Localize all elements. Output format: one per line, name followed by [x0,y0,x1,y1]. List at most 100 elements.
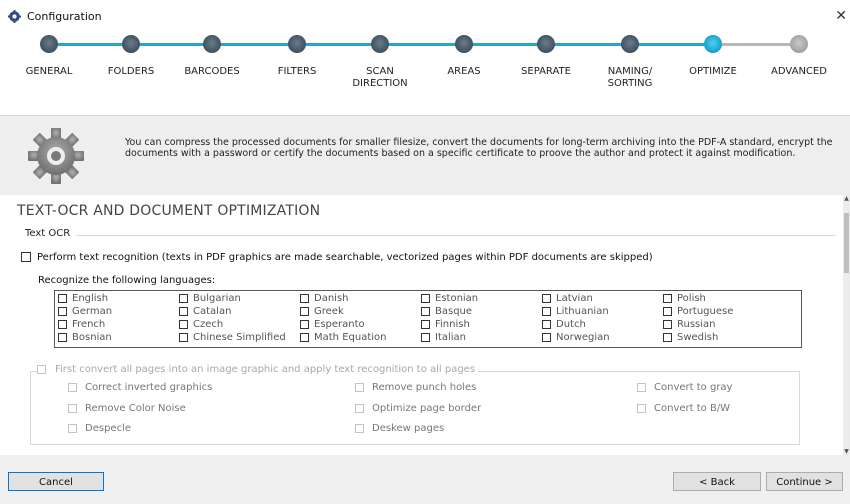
image-option[interactable]: Convert to gray [637,382,732,393]
step-label[interactable]: FILTERS [252,66,342,78]
back-button[interactable]: < Back [673,472,761,491]
language-option[interactable]: Russian [663,319,784,332]
step-label[interactable]: AREAS [419,66,509,78]
image-option[interactable]: Correct inverted graphics [68,382,212,393]
language-option[interactable]: Math Equation [300,332,421,345]
step-node-icon[interactable] [537,35,555,53]
language-option[interactable]: Italian [421,332,542,345]
cancel-button[interactable]: Cancel [8,472,104,491]
language-checkbox[interactable] [421,319,430,329]
image-option-checkbox[interactable] [637,382,646,392]
step-node-icon[interactable] [790,35,808,53]
scroll-up-icon[interactable]: ▲ [843,195,850,202]
language-option[interactable]: Catalan [179,306,300,319]
language-checkbox[interactable] [179,319,188,329]
image-option[interactable]: Deskew pages [355,423,444,434]
step-node-icon[interactable] [621,35,639,53]
language-option[interactable]: Finnish [421,319,542,332]
step-node-icon[interactable] [704,35,722,53]
vertical-scrollbar[interactable]: ▲ ▼ [843,195,850,455]
image-option[interactable]: Remove punch holes [355,382,476,393]
language-checkbox[interactable] [300,293,309,303]
step-node-icon[interactable] [371,35,389,53]
language-option[interactable]: Chinese Simplified [179,332,300,345]
language-option[interactable]: Lithuanian [542,306,663,319]
step-label[interactable]: FOLDERS [86,66,176,78]
ocr-checkbox[interactable] [21,252,31,262]
image-option-checkbox[interactable] [637,403,646,413]
language-option[interactable]: Esperanto [300,319,421,332]
step-label[interactable]: GENERAL [4,66,94,78]
language-option[interactable]: Danish [300,293,421,306]
info-panel: You can compress the processed documents… [0,115,850,196]
language-checkbox[interactable] [179,332,188,342]
language-option[interactable]: Czech [179,319,300,332]
language-option[interactable]: Latvian [542,293,663,306]
language-label: German [72,306,113,317]
language-option[interactable]: English [58,293,179,306]
image-option[interactable]: Convert to B/W [637,403,730,414]
language-option[interactable]: Bulgarian [179,293,300,306]
language-checkbox[interactable] [542,319,551,329]
language-option[interactable]: Greek [300,306,421,319]
continue-button[interactable]: Continue > [766,472,843,491]
scrollbar-thumb[interactable] [844,213,849,273]
language-option[interactable]: Polish [663,293,784,306]
image-option[interactable]: Remove Color Noise [68,403,186,414]
language-option[interactable]: Estonian [421,293,542,306]
language-checkbox[interactable] [421,332,430,342]
image-option[interactable]: Optimize page border [355,403,481,414]
language-checkbox[interactable] [663,332,672,342]
language-checkbox[interactable] [542,293,551,303]
image-option-checkbox[interactable] [68,382,77,392]
image-option-checkbox[interactable] [68,423,77,433]
step-label[interactable]: SEPARATE [501,66,591,78]
close-icon[interactable]: ✕ [835,8,847,24]
language-checkbox[interactable] [300,319,309,329]
language-checkbox[interactable] [179,293,188,303]
image-option-checkbox[interactable] [355,403,364,413]
image-option-checkbox[interactable] [68,403,77,413]
language-checkbox[interactable] [421,293,430,303]
language-checkbox[interactable] [663,319,672,329]
language-option[interactable]: French [58,319,179,332]
image-option-checkbox[interactable] [355,423,364,433]
language-checkbox[interactable] [300,332,309,342]
language-checkbox[interactable] [421,306,430,316]
language-checkbox[interactable] [58,293,67,303]
step-node-icon[interactable] [122,35,140,53]
step-label[interactable]: ADVANCED [754,66,844,78]
language-checkbox[interactable] [58,332,67,342]
stepper-connector [713,43,799,46]
image-option-checkbox[interactable] [355,382,364,392]
step-node-icon[interactable] [288,35,306,53]
ocr-checkbox-row[interactable]: Perform text recognition (texts in PDF g… [21,252,653,263]
language-checkbox[interactable] [300,306,309,316]
language-checkbox[interactable] [542,306,551,316]
language-option[interactable]: Dutch [542,319,663,332]
language-option[interactable]: German [58,306,179,319]
language-checkbox[interactable] [542,332,551,342]
language-option[interactable]: Basque [421,306,542,319]
step-label[interactable]: BARCODES [167,66,257,78]
step-label[interactable]: SCAN DIRECTION [335,66,425,90]
language-checkbox[interactable] [663,293,672,303]
step-label[interactable]: OPTIMIZE [668,66,758,78]
step-label[interactable]: NAMING/ SORTING [585,66,675,90]
step-node-icon[interactable] [203,35,221,53]
language-option[interactable]: Portuguese [663,306,784,319]
language-checkbox[interactable] [179,306,188,316]
stepper-connector [380,43,464,46]
language-label: Finnish [435,319,470,330]
language-option[interactable]: Norwegian [542,332,663,345]
language-option[interactable]: Swedish [663,332,784,345]
image-convert-checkbox[interactable] [37,364,46,374]
language-checkbox[interactable] [58,319,67,329]
image-option[interactable]: Despecle [68,423,131,434]
language-checkbox[interactable] [58,306,67,316]
language-checkbox[interactable] [663,306,672,316]
language-option[interactable]: Bosnian [58,332,179,345]
step-node-icon[interactable] [455,35,473,53]
step-node-icon[interactable] [40,35,58,53]
scroll-down-icon[interactable]: ▼ [843,448,850,455]
